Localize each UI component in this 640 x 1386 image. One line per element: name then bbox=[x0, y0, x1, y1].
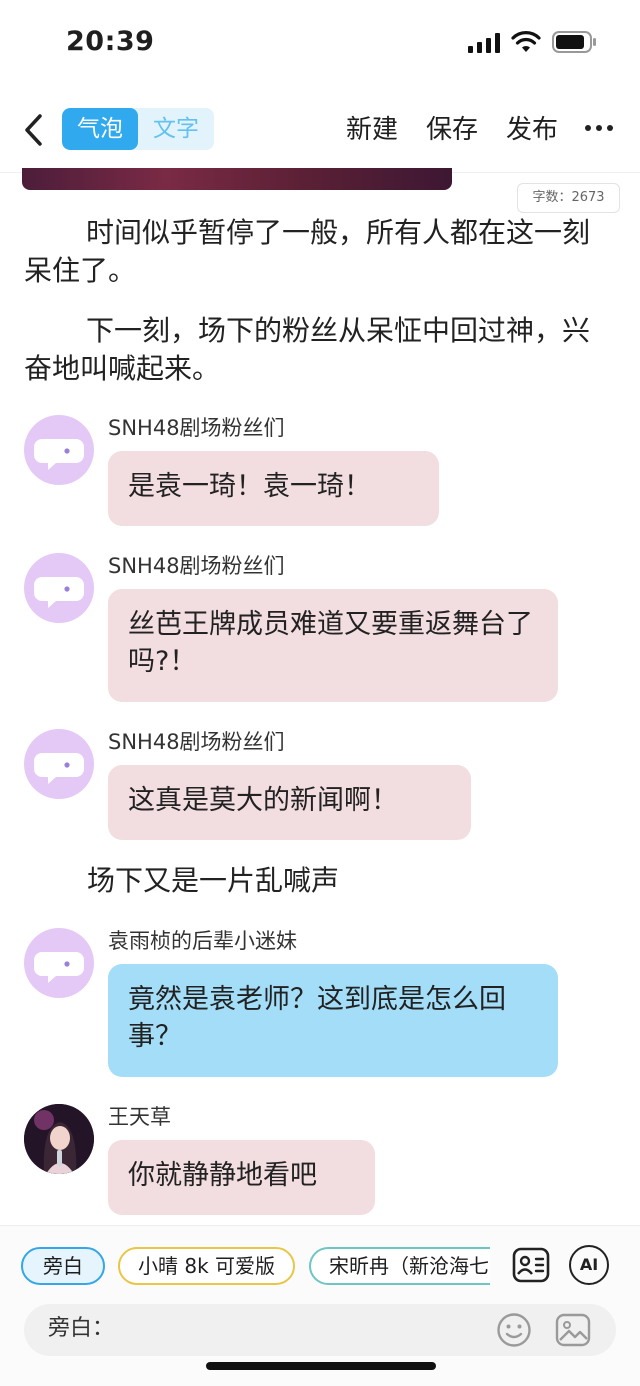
tab-bubble[interactable]: 气泡 bbox=[62, 108, 138, 150]
message-bubble[interactable]: 竟然是袁老师？这到底是怎么回事？ bbox=[108, 964, 558, 1077]
sender-name: SNH48剧场粉丝们 bbox=[108, 730, 285, 754]
sender-name: 袁雨桢的后辈小迷妹 bbox=[108, 929, 297, 953]
chat-bubble-icon bbox=[34, 439, 84, 470]
more-icon[interactable] bbox=[584, 118, 614, 138]
chat-bubble-icon bbox=[34, 952, 84, 983]
battery-icon bbox=[552, 31, 596, 53]
paragraph: 下一刻，场下的粉丝从呆怔中回过神，兴奋地叫喊起来。 bbox=[24, 314, 591, 385]
message-bubble[interactable]: 这真是莫大的新闻啊！ bbox=[108, 765, 471, 840]
narration-text[interactable]: 场下又是一片乱喊声 bbox=[87, 862, 339, 900]
new-button[interactable]: 新建 bbox=[346, 110, 398, 150]
avatar[interactable] bbox=[24, 553, 94, 623]
sender-name: SNH48剧场粉丝们 bbox=[108, 554, 285, 578]
word-count-badge: 字数：2673 bbox=[517, 183, 620, 213]
back-arrow-icon[interactable] bbox=[18, 112, 54, 148]
sender-name: SNH48剧场粉丝们 bbox=[108, 416, 285, 440]
message-bubble[interactable]: 是袁一琦！袁一琦！ bbox=[108, 451, 439, 526]
message-bubble[interactable]: 你就静静地看吧 bbox=[108, 1140, 375, 1215]
tab-text[interactable]: 文字 bbox=[138, 108, 214, 150]
ai-button[interactable]: AI bbox=[569, 1245, 609, 1285]
publish-button[interactable]: 发布 bbox=[506, 110, 558, 150]
save-button[interactable]: 保存 bbox=[426, 110, 478, 150]
chat-bubble-icon bbox=[34, 577, 84, 608]
chat-bubble-icon bbox=[34, 753, 84, 784]
avatar[interactable] bbox=[24, 415, 94, 485]
wifi-icon bbox=[511, 31, 541, 52]
role-chip-narration[interactable]: 旁白 bbox=[21, 1247, 105, 1285]
paragraph: 时间似乎暂停了一般，所有人都在这一刻呆住了。 bbox=[24, 216, 591, 287]
contact-card-icon[interactable] bbox=[511, 1245, 551, 1285]
image-icon[interactable] bbox=[555, 1312, 591, 1348]
signal-icon bbox=[468, 33, 500, 53]
avatar[interactable] bbox=[24, 928, 94, 998]
status-time: 20:39 bbox=[66, 26, 155, 57]
cover-image bbox=[22, 168, 452, 190]
home-indicator bbox=[206, 1362, 436, 1370]
sender-name: 王天草 bbox=[108, 1105, 171, 1129]
message-bubble[interactable]: 丝芭王牌成员难道又要重返舞台了吗?！ bbox=[108, 589, 558, 702]
mode-toggle: 气泡 文字 bbox=[62, 108, 214, 150]
avatar[interactable] bbox=[24, 729, 94, 799]
role-chip[interactable]: 宋昕冉（新沧海七 bbox=[309, 1247, 490, 1285]
input-role-label: 旁白： bbox=[48, 1316, 115, 1341]
person-photo-icon bbox=[24, 1104, 94, 1174]
role-chip[interactable]: 小晴 8k 可爱版 bbox=[118, 1247, 295, 1285]
avatar-photo[interactable] bbox=[24, 1104, 94, 1174]
emoji-icon[interactable] bbox=[496, 1312, 532, 1348]
